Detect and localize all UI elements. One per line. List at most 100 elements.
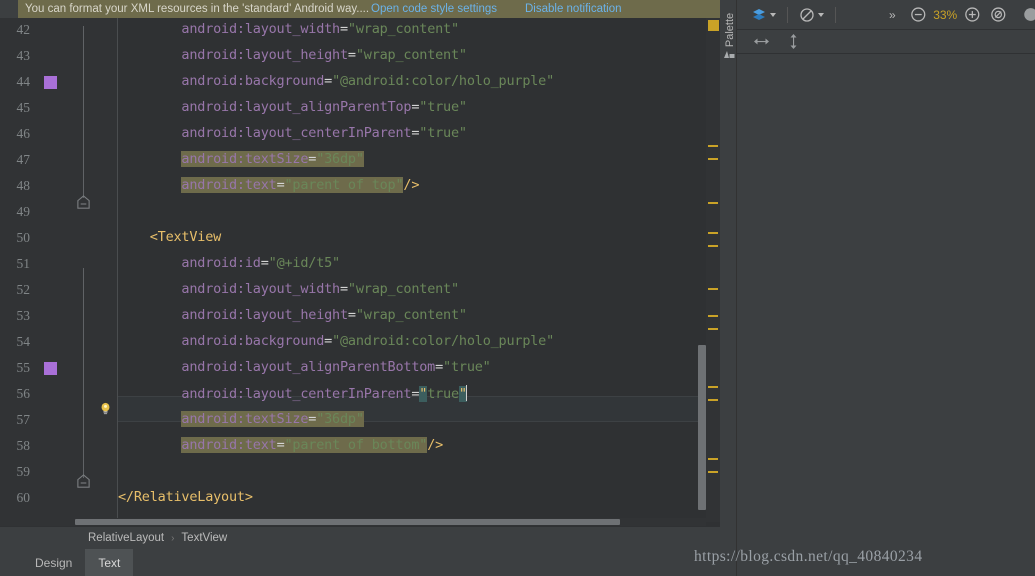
stripe-mark[interactable] [708, 145, 718, 147]
error-stripe[interactable] [706, 18, 720, 522]
fold-marker-line58[interactable] [76, 474, 91, 489]
notification-banner: You can format your XML resources in the… [18, 0, 720, 18]
chevron-down-icon [817, 12, 824, 17]
code-text: android:textSize="36dp" [181, 411, 364, 427]
code-text: android:background="@android:color/holo_… [181, 333, 555, 349]
line-number: 51 [16, 256, 31, 271]
stripe-mark[interactable] [708, 288, 718, 290]
code-text: android:background="@android:color/holo_… [181, 73, 555, 89]
breadcrumb-child[interactable]: TextView [181, 532, 227, 544]
line-number: 42 [16, 22, 31, 37]
toolbar-separator [787, 6, 788, 23]
stripe-mark[interactable] [708, 386, 718, 388]
code-line[interactable]: 60 </RelativeLayout> [0, 486, 706, 512]
preview-toolbar[interactable]: » 33% [737, 0, 1035, 30]
line-number: 57 [16, 412, 31, 427]
code-text: android:layout_height="wrap_content" [181, 307, 467, 323]
code-line[interactable]: 48 android:text="parent of top"/> [0, 174, 706, 200]
arrows-horizontal-icon[interactable] [753, 36, 770, 47]
code-line[interactable]: 45 android:layout_alignParentTop="true" [0, 96, 706, 122]
code-line[interactable]: 51 android:id="@+id/t5" [0, 252, 706, 278]
intention-bulb-icon[interactable] [98, 401, 113, 417]
line-number: 49 [16, 204, 31, 219]
zoom-out-icon[interactable] [910, 6, 927, 23]
code-text: android:layout_centerInParent="true" [181, 125, 467, 141]
zoom-in-icon[interactable] [964, 6, 981, 23]
editor-pane: You can format your XML resources in the… [0, 0, 720, 576]
code-text: android:layout_centerInParent="true" [181, 385, 467, 402]
fold-marker-line48[interactable] [76, 195, 91, 210]
stripe-mark[interactable] [708, 399, 718, 401]
code-line[interactable]: 54 android:background="@android:color/ho… [0, 330, 706, 356]
code-text: <TextView [118, 229, 222, 245]
line-number: 58 [16, 438, 31, 453]
code-area[interactable]: 42 android:layout_width="wrap_content" 43… [0, 18, 706, 522]
stripe-mark[interactable] [708, 202, 718, 204]
stripe-mark[interactable] [708, 245, 718, 247]
code-line[interactable]: 52 android:layout_width="wrap_content" [0, 278, 706, 304]
code-line[interactable]: 42 android:layout_width="wrap_content" [0, 18, 706, 44]
code-line[interactable]: 50 <TextView [0, 226, 706, 252]
stripe-mark[interactable] [708, 471, 718, 473]
tab-text[interactable]: Text [85, 549, 134, 576]
code-line[interactable]: 55 android:layout_alignParentBottom="tru… [0, 356, 706, 382]
notification-left-edge [0, 0, 18, 18]
code-text: android:text="parent of bottom"/> [181, 437, 444, 453]
vertical-scrollbar-thumb[interactable] [698, 345, 706, 510]
theme-button[interactable] [799, 7, 824, 23]
code-line[interactable]: 44 android:background="@android:color/ho… [0, 70, 706, 96]
palette-icon [724, 51, 735, 58]
line-number: 56 [16, 386, 31, 401]
stripe-mark[interactable] [708, 232, 718, 234]
code-line[interactable]: 49 [0, 200, 706, 226]
disable-notification-link[interactable]: Disable notification [525, 3, 622, 15]
stripe-mark[interactable] [708, 158, 718, 160]
code-text: android:layout_width="wrap_content" [181, 21, 459, 37]
stripe-mark[interactable] [708, 458, 718, 460]
line-number: 46 [16, 126, 31, 141]
zoom-level-label: 33% [933, 7, 958, 22]
code-line[interactable]: 47 android:textSize="36dp" [0, 148, 706, 174]
toolbar-overflow-button[interactable]: » [889, 8, 896, 22]
line-number: 47 [16, 152, 31, 167]
line-number: 52 [16, 282, 31, 297]
horizontal-scrollbar-thumb[interactable] [75, 519, 620, 525]
line-number: 44 [16, 74, 31, 89]
color-swatch-line54[interactable] [44, 362, 57, 375]
notification-message: You can format your XML resources in the… [25, 3, 370, 15]
horizontal-scrollbar[interactable] [0, 518, 706, 526]
tab-design[interactable]: Design [22, 549, 85, 576]
zoom-fit-icon[interactable] [990, 6, 1007, 23]
line-number: 55 [16, 360, 31, 375]
layers-icon [753, 8, 765, 20]
code-text: android:textSize="36dp" [181, 151, 364, 167]
stripe-warning-top[interactable] [708, 20, 719, 31]
watermark-url: https://blog.csdn.net/qq_40840234 [694, 548, 923, 565]
breadcrumb-separator: › [171, 532, 175, 544]
palette-rail[interactable]: Palette [720, 0, 737, 576]
breadcrumb[interactable]: RelativeLayout › TextView [0, 527, 720, 549]
stripe-mark[interactable] [708, 315, 718, 317]
color-swatch-line44[interactable] [44, 76, 57, 89]
code-line[interactable]: 53 android:layout_height="wrap_content" [0, 304, 706, 330]
refresh-icon[interactable] [1018, 6, 1035, 23]
code-line[interactable]: 46 android:layout_centerInParent="true" [0, 122, 706, 148]
line-number: 53 [16, 308, 31, 323]
code-text: android:id="@+id/t5" [181, 255, 340, 271]
code-line[interactable]: 58 android:text="parent of bottom"/> [0, 434, 706, 460]
line-number: 54 [16, 334, 31, 349]
open-code-style-settings-link[interactable]: Open code style settings [371, 3, 497, 15]
breadcrumb-parent[interactable]: RelativeLayout [88, 532, 164, 544]
ide-window: You can format your XML resources in the… [0, 0, 1035, 576]
preview-toolbar-secondary[interactable] [737, 30, 1035, 54]
layers-button[interactable] [751, 7, 776, 23]
code-line[interactable]: 43 android:layout_height="wrap_content" [0, 44, 706, 70]
arrows-vertical-icon[interactable] [788, 33, 799, 50]
editor-mode-tabs[interactable]: Design Text [0, 549, 720, 576]
code-line[interactable]: 59 [0, 460, 706, 486]
line-number: 59 [16, 464, 31, 479]
line-number: 45 [16, 100, 31, 115]
stripe-mark[interactable] [708, 328, 718, 330]
line-number: 50 [16, 230, 31, 245]
line-number: 43 [16, 48, 31, 63]
